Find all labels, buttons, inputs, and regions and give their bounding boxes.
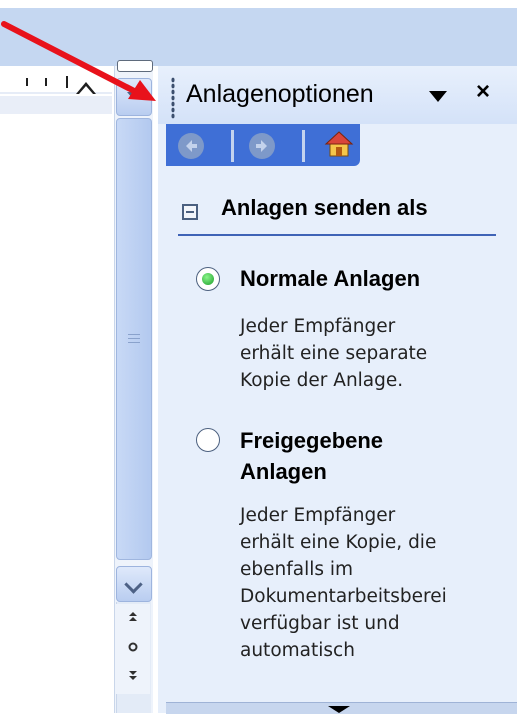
- option-label-normale-anlagen[interactable]: Normale Anlagen: [240, 266, 420, 292]
- home-button[interactable]: [324, 129, 354, 159]
- option-description: Jeder Empfänger erhält eine separate Kop…: [240, 316, 428, 391]
- task-pane-title[interactable]: Anlagenoptionen: [186, 80, 374, 109]
- previous-page-button[interactable]: [116, 604, 150, 634]
- radio-selected-dot: [202, 273, 214, 285]
- back-button[interactable]: [178, 133, 204, 159]
- double-down-arrow-icon: [129, 671, 137, 680]
- option-label-freigegebene-anlagen[interactable]: Freigegebene Anlagen: [240, 425, 383, 487]
- forward-arrow-icon: [250, 134, 274, 158]
- annotation-arrow-icon: [1, 21, 156, 101]
- chevron-down-icon: [328, 706, 350, 713]
- close-button[interactable]: ×: [476, 78, 490, 106]
- next-page-button[interactable]: [116, 664, 150, 694]
- select-browse-object-button[interactable]: [116, 634, 150, 664]
- chevron-down-icon[interactable]: [429, 91, 447, 102]
- forward-button[interactable]: [249, 133, 275, 159]
- radio-normale-anlagen[interactable]: [196, 267, 220, 291]
- drag-handle[interactable]: [171, 77, 175, 119]
- circle-icon: [128, 642, 138, 652]
- double-up-arrow-icon: [129, 612, 137, 621]
- toolbar-separator: [302, 130, 305, 162]
- option-description: Jeder Empfänger erhält eine Kopie, die e…: [240, 505, 447, 661]
- radio-freigegebene-anlagen[interactable]: [196, 428, 220, 452]
- section-divider: [178, 234, 496, 236]
- collapse-section-icon[interactable]: [182, 204, 198, 220]
- back-arrow-icon: [179, 134, 203, 158]
- section-title[interactable]: Anlagen senden als: [221, 195, 428, 221]
- toolbar-separator: [231, 130, 234, 162]
- scrollbar-thumb[interactable]: [116, 118, 152, 560]
- home-icon: [324, 131, 354, 157]
